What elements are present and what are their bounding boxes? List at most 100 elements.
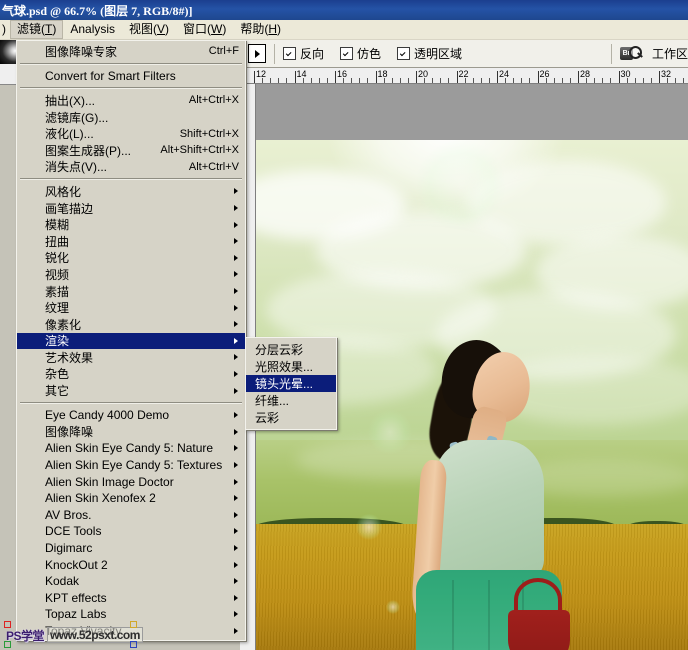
ruler-minor-tick: [270, 78, 272, 83]
menu-divider: [20, 62, 242, 65]
filter-menu-item-22[interactable]: Alien Skin Eye Candy 5: Nature: [17, 440, 245, 457]
watermark-url: www.52psxt.com: [47, 627, 143, 643]
filter-menu-item-label: 扭曲: [45, 234, 70, 249]
checkbox-box-icon[interactable]: [397, 47, 411, 60]
filter-menu-item-25[interactable]: Alien Skin Xenofex 2: [17, 490, 245, 507]
filter-menu-item-16[interactable]: 渲染: [17, 332, 245, 350]
filter-menu-item-30[interactable]: Kodak: [17, 573, 245, 590]
filter-menu-item-23[interactable]: Alien Skin Eye Candy 5: Textures: [17, 457, 245, 474]
checkbox-box-icon[interactable]: [340, 47, 354, 60]
ruler-minor-tick: [675, 78, 677, 83]
filter-menu-item-shortcut: Alt+Ctrl+X: [188, 94, 239, 107]
filter-menu-item-label: 模糊: [45, 218, 70, 233]
render-submenu-item-label: 镜头光晕...: [255, 377, 314, 391]
ruler-tick-label: 22: [458, 69, 469, 79]
filter-menu-item-21[interactable]: 图像降噪: [17, 423, 245, 440]
filter-menu-item-14[interactable]: 纹理: [17, 299, 245, 316]
checkbox-2[interactable]: 透明区域: [397, 45, 462, 62]
filter-menu-item-17[interactable]: 艺术效果: [17, 349, 245, 366]
filter-menu-item-20[interactable]: Eye Candy 4000 Demo: [17, 407, 245, 424]
filter-menu-item-19[interactable]: 其它: [17, 382, 245, 399]
filter-menu-item-label: AV Bros.: [45, 507, 92, 522]
filter-menu-item-label: 画笔描边: [45, 201, 94, 216]
filter-menu-item-27[interactable]: DCE Tools: [17, 523, 245, 540]
chevron-right-icon: [234, 478, 238, 485]
filter-menu-item-7[interactable]: 风格化: [17, 183, 245, 200]
menu-divider: [20, 178, 242, 181]
render-submenu[interactable]: 分层云彩光照效果... 镜头光晕... 纤维... 云彩: [245, 337, 337, 430]
filter-menu-item-shortcut: Alt+Ctrl+V: [188, 160, 239, 173]
filter-menu-item-2[interactable]: 抽出(X)... Alt+Ctrl+X: [17, 92, 245, 109]
menubar-item-1[interactable]: 滤镜(T): [10, 20, 64, 39]
filter-menu-item-5[interactable]: 图案生成器(P)... Alt+Shift+Ctrl+X: [17, 142, 245, 159]
photoshop-window: 气球.psd @ 66.7% (图层 7, RGB/8#)] ) 滤镜(T) Ana…: [0, 0, 688, 650]
ruler-minor-tick: [399, 78, 401, 83]
filter-menu-item-24[interactable]: Alien Skin Image Doctor: [17, 473, 245, 490]
ruler-minor-tick: [432, 78, 434, 83]
filter-menu-item-4[interactable]: 液化(L)... Shift+Ctrl+X: [17, 125, 245, 142]
bridge-icon[interactable]: Br: [619, 45, 643, 63]
filter-dropdown-menu[interactable]: 图像降噪专家 Ctrl+F Convert for Smart Filters 抽出(…: [16, 40, 246, 642]
filter-menu-item-31[interactable]: KPT effects: [17, 589, 245, 606]
filter-menu-item-label: Alien Skin Eye Candy 5: Textures: [45, 457, 223, 472]
chevron-right-icon: [234, 627, 238, 634]
ruler-major-tick: [537, 71, 539, 83]
menubar-item-0[interactable]: ): [0, 20, 10, 39]
filter-menu-item-0[interactable]: 图像降噪专家 Ctrl+F: [17, 43, 245, 60]
filter-menu-item-10[interactable]: 扭曲: [17, 233, 245, 250]
chevron-right-icon: [234, 205, 238, 212]
filter-menu-item-13[interactable]: 素描: [17, 283, 245, 300]
render-submenu-item-2[interactable]: 镜头光晕...: [246, 375, 336, 392]
gradient-preset-dropdown-button[interactable]: [248, 44, 266, 63]
render-submenu-item-label: 光照效果...: [255, 360, 314, 374]
chevron-right-icon: [234, 412, 238, 419]
ruler-minor-tick: [513, 78, 515, 83]
chevron-right-icon: [234, 461, 238, 468]
filter-menu-item-label: 像素化: [45, 317, 82, 332]
render-submenu-item-1[interactable]: 光照效果...: [246, 358, 336, 375]
filter-menu-item-1[interactable]: Convert for Smart Filters: [17, 68, 245, 85]
filter-menu-item-label: 其它: [45, 384, 70, 399]
ruler-minor-tick: [505, 78, 507, 83]
menubar-item-5[interactable]: 帮助(H): [233, 20, 288, 39]
filter-menu-item-11[interactable]: 锐化: [17, 250, 245, 267]
canvas-empty-area: [256, 84, 688, 140]
checkbox-1[interactable]: 仿色: [340, 45, 381, 62]
render-submenu-item-4[interactable]: 云彩: [246, 409, 336, 426]
filter-menu-item-3[interactable]: 滤镜库(G)...: [17, 109, 245, 126]
workspace-button[interactable]: 工作区: [652, 45, 688, 62]
filter-menu-item-18[interactable]: 杂色: [17, 366, 245, 383]
filter-menu-item-label: Alien Skin Eye Candy 5: Nature: [45, 441, 214, 456]
render-submenu-item-3[interactable]: 纤维...: [246, 392, 336, 409]
filter-menu-item-shortcut: Ctrl+F: [208, 45, 239, 58]
ruler-minor-tick: [407, 78, 409, 83]
ruler-minor-tick: [545, 78, 547, 83]
ruler-minor-tick: [553, 78, 555, 83]
filter-menu-item-6[interactable]: 消失点(V)... Alt+Ctrl+V: [17, 159, 245, 176]
ruler-major-tick: [497, 71, 498, 83]
menubar-item-3[interactable]: 视图(V): [122, 20, 176, 39]
filter-menu-item-label: 纹理: [45, 301, 70, 316]
filter-menu-item-12[interactable]: 视频: [17, 266, 245, 283]
ruler-minor-tick: [302, 78, 304, 83]
ruler-minor-tick: [642, 78, 644, 83]
ruler-tick-label: 18: [377, 69, 388, 79]
filter-menu-item-8[interactable]: 画笔描边: [17, 200, 245, 217]
chevron-right-icon: [234, 238, 238, 245]
chevron-right-icon: [234, 594, 238, 601]
menubar-item-4[interactable]: 窗口(W): [176, 20, 233, 39]
render-submenu-item-0[interactable]: 分层云彩: [246, 341, 336, 358]
filter-menu-item-label: 素描: [45, 284, 70, 299]
filter-menu-item-29[interactable]: KnockOut 2: [17, 556, 245, 573]
checkbox-0[interactable]: 反向: [283, 45, 324, 62]
menubar-item-2[interactable]: Analysis: [63, 20, 122, 39]
filter-menu-item-9[interactable]: 模糊: [17, 216, 245, 233]
ruler-major-tick: [578, 71, 579, 83]
filter-menu-item-26[interactable]: AV Bros.: [17, 506, 245, 523]
checkbox-box-icon[interactable]: [283, 47, 296, 60]
filter-menu-item-28[interactable]: Digimarc: [17, 540, 245, 557]
filter-menu-item-15[interactable]: 像素化: [17, 316, 245, 333]
filter-menu-item-label: Alien Skin Image Doctor: [45, 474, 174, 489]
ruler-minor-tick: [464, 78, 466, 83]
ruler-tick-label: 12: [256, 69, 267, 79]
